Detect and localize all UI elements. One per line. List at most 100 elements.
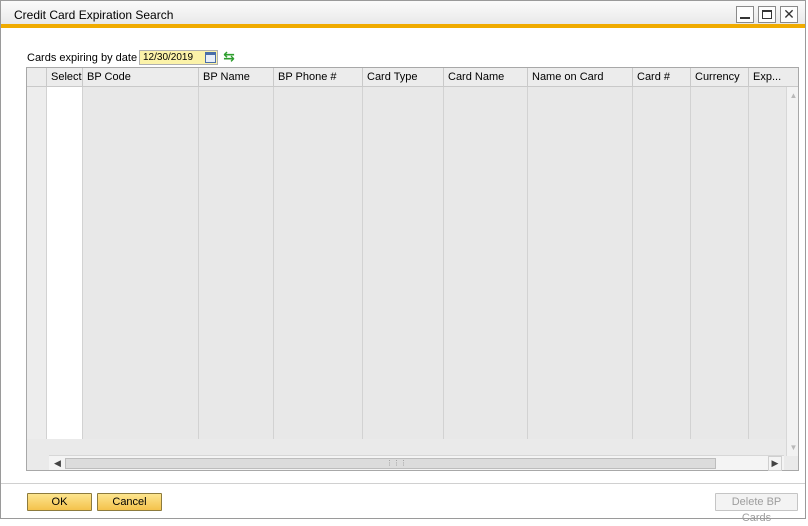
select-cell[interactable]	[47, 375, 83, 391]
select-cell[interactable]	[47, 407, 83, 423]
table-row[interactable]	[27, 183, 787, 199]
select-cell[interactable]	[47, 311, 83, 327]
bp-name-cell	[199, 391, 274, 407]
column-header-bp-phone[interactable]: BP Phone #	[274, 68, 363, 87]
column-header-card-number[interactable]: Card #	[633, 68, 691, 87]
card-number-cell	[633, 311, 691, 327]
card-type-cell	[363, 263, 444, 279]
select-cell[interactable]	[47, 151, 83, 167]
table-row[interactable]	[27, 119, 787, 135]
scroll-down-icon[interactable]: ▼	[789, 443, 798, 452]
bp-code-cell	[83, 359, 199, 375]
name-on-card-cell	[528, 279, 633, 295]
scroll-left-icon[interactable]: ◀	[54, 458, 61, 469]
scroll-right-icon[interactable]: ▶	[768, 456, 782, 471]
bp-phone-cell	[274, 103, 363, 119]
card-name-cell	[444, 231, 528, 247]
column-header-name-on-card[interactable]: Name on Card	[528, 68, 633, 87]
table-row[interactable]	[27, 423, 787, 439]
ok-button[interactable]: OK	[27, 493, 92, 511]
select-cell[interactable]	[47, 359, 83, 375]
column-header-expiration[interactable]: Exp...	[749, 68, 798, 87]
scroll-up-icon[interactable]: ▲	[789, 91, 798, 100]
table-row[interactable]	[27, 375, 787, 391]
select-cell[interactable]	[47, 279, 83, 295]
select-cell[interactable]	[47, 135, 83, 151]
table-row[interactable]	[27, 151, 787, 167]
table-row[interactable]	[27, 87, 787, 103]
table-row[interactable]	[27, 247, 787, 263]
card-name-cell	[444, 87, 528, 103]
card-name-cell	[444, 343, 528, 359]
bp-code-cell	[83, 423, 199, 439]
minimize-button[interactable]	[736, 6, 754, 23]
select-cell[interactable]	[47, 247, 83, 263]
card-type-cell	[363, 407, 444, 423]
select-cell[interactable]	[47, 199, 83, 215]
expiring-date-field[interactable]: 12/30/2019	[139, 50, 218, 65]
vertical-scrollbar[interactable]: ▲ ▼	[786, 87, 798, 456]
currency-cell	[691, 87, 749, 103]
column-header-card-name[interactable]: Card Name	[444, 68, 528, 87]
bp-name-cell	[199, 279, 274, 295]
table-row[interactable]	[27, 391, 787, 407]
table-row[interactable]	[27, 199, 787, 215]
select-cell[interactable]	[47, 87, 83, 103]
bp-code-cell	[83, 375, 199, 391]
select-cell[interactable]	[47, 343, 83, 359]
select-cell[interactable]	[47, 263, 83, 279]
refresh-icon[interactable]: ⇆	[221, 48, 237, 64]
table-row[interactable]	[27, 327, 787, 343]
select-cell[interactable]	[47, 295, 83, 311]
grid-rows	[27, 87, 787, 439]
table-row[interactable]	[27, 407, 787, 423]
horizontal-scroll-thumb[interactable]: ⋮⋮⋮	[65, 458, 716, 469]
table-row[interactable]	[27, 103, 787, 119]
table-row[interactable]	[27, 295, 787, 311]
bp-code-cell	[83, 407, 199, 423]
expiration-cell	[749, 151, 787, 167]
name-on-card-cell	[528, 263, 633, 279]
select-cell[interactable]	[47, 215, 83, 231]
table-row[interactable]	[27, 263, 787, 279]
table-row[interactable]	[27, 231, 787, 247]
select-cell[interactable]	[47, 231, 83, 247]
card-type-cell	[363, 343, 444, 359]
table-row[interactable]	[27, 167, 787, 183]
card-number-cell	[633, 103, 691, 119]
table-row[interactable]	[27, 215, 787, 231]
column-header-card-type[interactable]: Card Type	[363, 68, 444, 87]
bp-code-cell	[83, 231, 199, 247]
table-row[interactable]	[27, 279, 787, 295]
select-cell[interactable]	[47, 327, 83, 343]
column-header-currency[interactable]: Currency	[691, 68, 749, 87]
credit-card-expiration-window: Credit Card Expiration Search ✕ Cards ex…	[0, 0, 806, 524]
calendar-icon[interactable]	[205, 52, 216, 63]
table-row[interactable]	[27, 311, 787, 327]
maximize-button[interactable]	[758, 6, 776, 23]
bp-phone-cell	[274, 231, 363, 247]
select-cell[interactable]	[47, 423, 83, 439]
select-cell[interactable]	[47, 119, 83, 135]
results-grid[interactable]: Select BP Code BP Name BP Phone # Card T…	[26, 67, 799, 471]
horizontal-scrollbar[interactable]: ◀ ⋮⋮⋮	[49, 455, 784, 470]
bp-phone-cell	[274, 327, 363, 343]
delete-bp-cards-button[interactable]: Delete BP Cards	[715, 493, 798, 524]
table-row[interactable]	[27, 359, 787, 375]
select-cell[interactable]	[47, 103, 83, 119]
cancel-button[interactable]: Cancel	[97, 493, 162, 511]
expiring-date-value: 12/30/2019	[143, 52, 194, 63]
table-row[interactable]	[27, 343, 787, 359]
bp-name-cell	[199, 87, 274, 103]
column-header-select[interactable]: Select	[47, 68, 83, 87]
column-header-bp-name[interactable]: BP Name	[199, 68, 274, 87]
select-cell[interactable]	[47, 167, 83, 183]
column-header-bp-code[interactable]: BP Code	[83, 68, 199, 87]
select-cell[interactable]	[47, 391, 83, 407]
card-name-cell	[444, 167, 528, 183]
close-button[interactable]: ✕	[780, 6, 798, 23]
select-cell[interactable]	[47, 183, 83, 199]
footer-divider	[1, 483, 805, 484]
table-row[interactable]	[27, 135, 787, 151]
title-bar[interactable]: Credit Card Expiration Search ✕	[1, 1, 805, 28]
